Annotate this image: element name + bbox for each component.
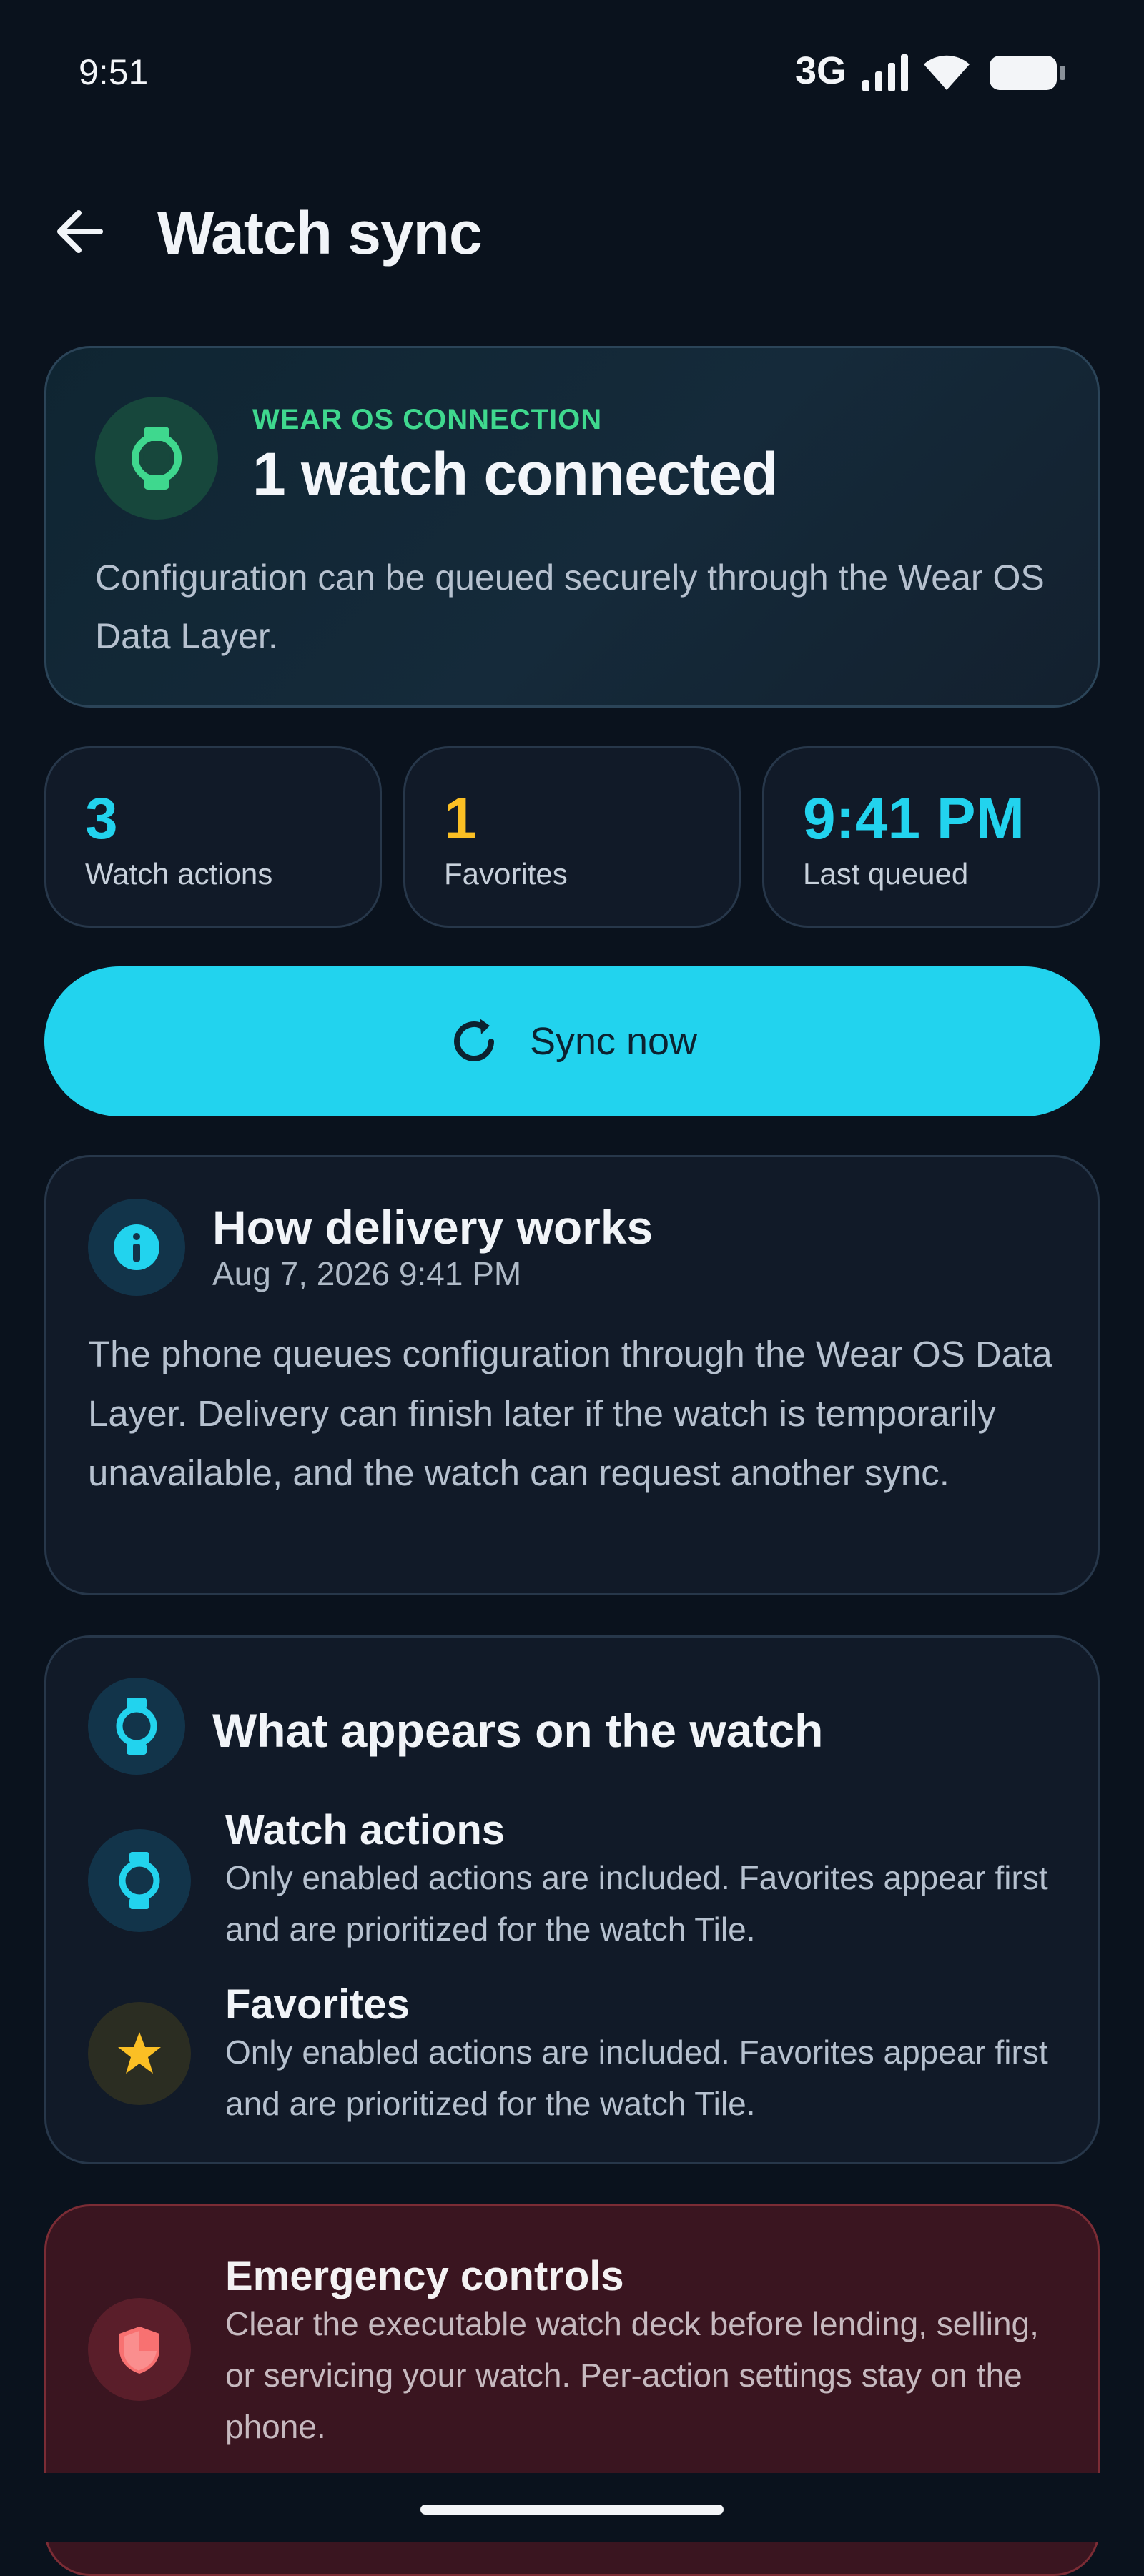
delivery-description: The phone queues configuration through t…: [88, 1334, 1052, 1493]
stat-label: Favorites: [444, 857, 568, 891]
battery-icon: [990, 56, 1065, 90]
favorites-icon-badge: [88, 2002, 191, 2105]
watch-icon-badge: [88, 1678, 185, 1775]
delivery-date: Aug 7, 2026 9:41 PM: [212, 1255, 522, 1292]
watch-icon: [116, 1698, 157, 1755]
stat-value: 9:41 PM: [803, 786, 1025, 851]
stat-favorites: 1 Favorites: [403, 746, 741, 928]
watch-icon: [132, 427, 182, 490]
shield-icon: [119, 2327, 159, 2374]
sync-now-button[interactable]: Sync now: [44, 966, 1100, 1116]
stat-watch-actions: 3 Watch actions: [44, 746, 382, 928]
signal-icon: [862, 54, 908, 91]
connection-card: WEAR OS CONNECTION 1 watch connected Con…: [44, 346, 1100, 708]
info-icon: [114, 1224, 159, 1270]
page-title: Watch sync: [157, 199, 483, 267]
status-bar: 9:51 3G: [0, 0, 1144, 143]
watch-actions-title: Watch actions: [225, 1807, 506, 1853]
watch-contents-title: What appears on the watch: [212, 1704, 824, 1757]
sync-now-label: Sync now: [529, 1020, 698, 1063]
watch-icon: [119, 1852, 160, 1909]
delivery-card: How delivery works Aug 7, 2026 9:41 PM T…: [44, 1155, 1100, 1595]
watch-contents-card: What appears on the watch Watch actions …: [44, 1635, 1100, 2164]
connection-description: Configuration can be queued securely thr…: [95, 558, 1045, 656]
stat-label: Watch actions: [85, 857, 273, 891]
stat-label: Last queued: [803, 857, 969, 891]
connection-icon-badge: [95, 397, 218, 520]
wifi-icon: [924, 55, 970, 90]
connection-label: WEAR OS CONNECTION: [252, 404, 603, 435]
delivery-title: How delivery works: [212, 1201, 654, 1254]
stat-last-queued: 9:41 PM Last queued: [762, 746, 1100, 928]
favorites-title: Favorites: [225, 1981, 410, 2028]
shield-icon-badge: [88, 2298, 191, 2401]
home-indicator[interactable]: [420, 2505, 724, 2515]
info-icon-badge: [88, 1199, 185, 1296]
back-arrow-icon[interactable]: [50, 202, 110, 262]
watch-actions-icon-badge: [88, 1829, 191, 1932]
star-icon: [118, 2032, 161, 2074]
favorites-description: Only enabled actions are included. Favor…: [225, 2033, 1048, 2122]
status-time: 9:51: [79, 52, 149, 92]
connection-title: 1 watch connected: [252, 440, 779, 507]
emergency-title: Emergency controls: [225, 2253, 624, 2299]
stat-value: 3: [85, 786, 118, 851]
stat-value: 1: [444, 786, 477, 851]
watch-actions-description: Only enabled actions are included. Favor…: [225, 1859, 1048, 1948]
network-type: 3G: [795, 49, 847, 92]
refresh-icon: [453, 1019, 494, 1061]
emergency-description: Clear the executable watch deck before l…: [225, 2305, 1039, 2445]
